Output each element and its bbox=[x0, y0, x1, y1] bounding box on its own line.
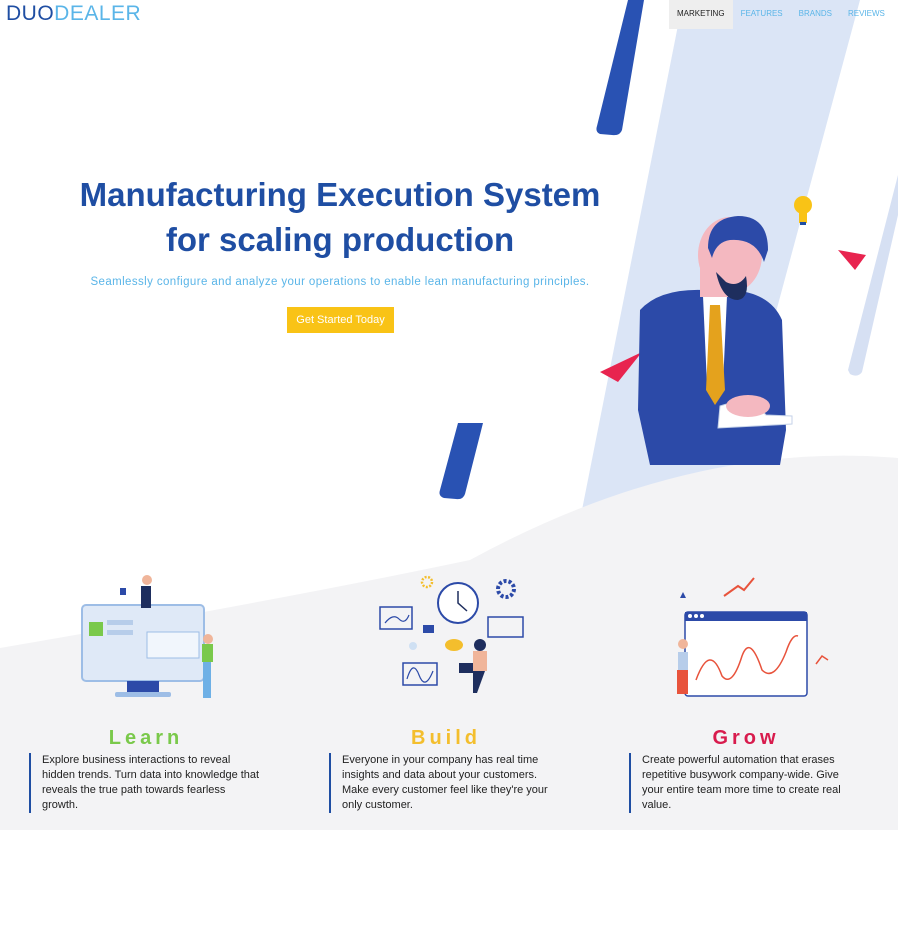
hero-title-line1: Manufacturing Execution System bbox=[79, 176, 601, 213]
hero-title: Manufacturing Execution System for scali… bbox=[60, 172, 620, 262]
feature-title-build: Build bbox=[411, 727, 481, 749]
feature-title-grow: Grow bbox=[712, 727, 780, 749]
nav-marketing[interactable]: MARKETING bbox=[669, 0, 733, 29]
diagonal-bar-bottom bbox=[439, 423, 483, 500]
paper-plane-right-icon bbox=[838, 250, 866, 270]
logo[interactable]: DUODEALER bbox=[6, 2, 141, 26]
learn-illustration bbox=[81, 575, 213, 698]
businessman-illustration bbox=[638, 216, 793, 465]
logo-part-dealer: DEALER bbox=[54, 2, 142, 25]
build-illustration bbox=[379, 575, 524, 693]
nav-brands[interactable]: BRANDS bbox=[791, 0, 840, 29]
diagonal-bar-top bbox=[596, 0, 644, 136]
feature-text-grow: Create powerful automation that erases r… bbox=[629, 753, 862, 813]
grow-illustration bbox=[677, 577, 829, 697]
top-nav: MARKETING FEATURES BRANDS REVIEWS bbox=[669, 0, 893, 29]
right-light-stripe bbox=[848, 175, 898, 376]
hero-title-line2: for scaling production bbox=[165, 221, 515, 258]
feature-text-build: Everyone in your company has real time i… bbox=[329, 753, 562, 813]
hero-subtitle: Seamlessly configure and analyze your op… bbox=[90, 276, 590, 288]
nav-reviews[interactable]: REVIEWS bbox=[840, 0, 893, 29]
get-started-button[interactable]: Get Started Today bbox=[287, 307, 394, 333]
feature-title-learn: Learn bbox=[108, 727, 184, 749]
logo-part-duo: DUO bbox=[6, 2, 55, 25]
feature-text-learn: Explore business interactions to reveal … bbox=[29, 753, 262, 813]
nav-features[interactable]: FEATURES bbox=[733, 0, 791, 29]
